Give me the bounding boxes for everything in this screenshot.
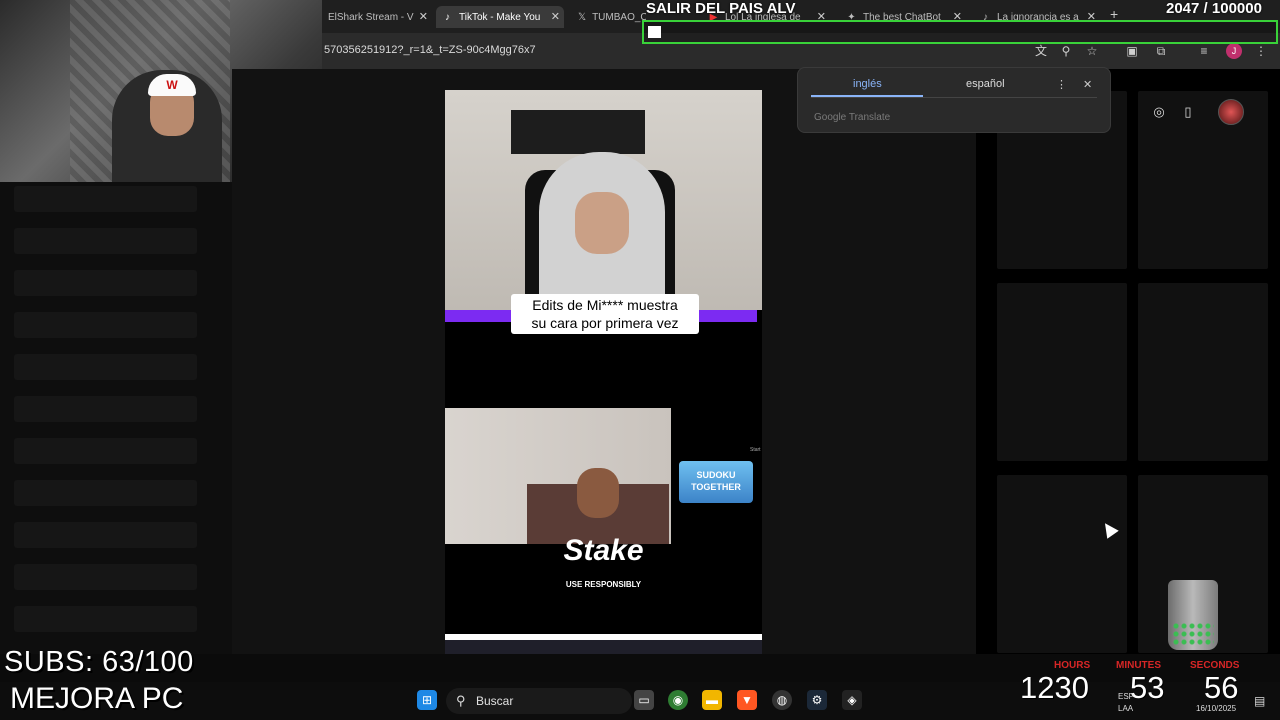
extensions-icon[interactable]: ⧉ <box>1154 44 1168 58</box>
profile-avatar[interactable]: J <box>1226 43 1242 59</box>
tiktok-video[interactable]: Edits de Mi**** muestra su cara por prim… <box>445 90 762 640</box>
media-icon[interactable]: ▣ <box>1125 44 1139 58</box>
person-face <box>575 192 629 254</box>
close-tab-icon[interactable]: ✕ <box>551 10 560 23</box>
translate-provider: Google Translate <box>814 112 891 123</box>
skeleton-item <box>14 228 197 254</box>
translate-icon[interactable]: 文 <box>1034 44 1048 58</box>
lang-to-tab[interactable]: español <box>966 78 1005 90</box>
stake-tagline: USE RESPONSIBLY <box>565 580 642 589</box>
chrome-icon[interactable]: ◉ <box>668 690 688 710</box>
caption-line: Edits de Mi**** muestra <box>532 297 678 313</box>
tab-label: TikTok - Make You <box>459 11 541 23</box>
cap-logo-icon: W <box>166 78 178 92</box>
timer-hours: 1230 <box>1020 670 1089 705</box>
timer-minutes: 53 <box>1130 670 1165 705</box>
notification-icon[interactable]: ▤ <box>1254 694 1265 708</box>
folder-icon[interactable]: ▬ <box>702 690 722 710</box>
reaction-clip <box>445 408 671 544</box>
active-tab-underline <box>811 95 923 97</box>
obs-icon[interactable]: ◈ <box>842 690 862 710</box>
screen: W ElShark Stream - V ✕ ♪ TikTok - Make Y… <box>0 0 1280 720</box>
lang-from-tab[interactable]: inglés <box>853 78 882 90</box>
goal-counter: 2047 / 100000 <box>1166 0 1262 17</box>
video-bottom-bar <box>445 640 762 654</box>
jar-contents <box>1172 622 1214 646</box>
video-caption: Edits de Mi**** muestra su cara por prim… <box>511 294 699 334</box>
start-label: Start <box>750 447 761 453</box>
zoom-icon[interactable]: ⚲ <box>1059 44 1073 58</box>
tab-elshark[interactable]: ElShark Stream - V ✕ <box>322 6 432 28</box>
more-options-icon[interactable]: ⋮ <box>1056 78 1067 91</box>
left-sidebar <box>0 182 232 654</box>
steam-icon[interactable]: ⚙ <box>807 690 827 710</box>
goal-progress-bar <box>642 20 1278 44</box>
search-icon: ⚲ <box>456 693 466 708</box>
app-icon[interactable]: ◍ <box>772 690 792 710</box>
x-logo-icon: 𝕏 <box>578 11 587 23</box>
tiktok-icon: ♪ <box>445 11 450 23</box>
sudoku-game-tile: SUDOKU TOGETHER <box>679 461 753 503</box>
tab-tiktok[interactable]: ♪ TikTok - Make You ✕ <box>436 6 564 28</box>
overlay-title: SALIR DEL PAIS ALV <box>646 0 796 17</box>
search-label: Buscar <box>476 694 514 708</box>
coin-icon[interactable]: ◎ <box>1151 104 1167 120</box>
video-card[interactable] <box>997 475 1127 653</box>
language-variant[interactable]: LAA <box>1118 704 1133 713</box>
brave-icon[interactable]: ▼ <box>737 690 757 710</box>
tip-jar <box>1168 580 1218 650</box>
tab-label: TUMBAO_CH <box>592 11 646 23</box>
clip-head <box>577 468 619 518</box>
goal-current: 2047 <box>1166 0 1200 17</box>
close-icon[interactable]: ✕ <box>1083 78 1092 91</box>
windows-start-icon[interactable]: ⊞ <box>417 690 437 710</box>
goal-progress-fill <box>648 26 661 38</box>
right-panel <box>976 69 1280 654</box>
divider <box>811 97 1097 98</box>
system-date[interactable]: 16/10/2025 <box>1196 704 1236 713</box>
url-text[interactable]: 570356251912?_r=1&_t=ZS-90c4Mgg76x7 <box>324 44 536 56</box>
bookmark-star-icon[interactable]: ☆ <box>1085 44 1099 58</box>
video-scene <box>445 90 762 310</box>
skeleton-item <box>14 606 197 632</box>
subs-counter: SUBS: 63/100 <box>4 646 194 678</box>
video-card[interactable] <box>997 283 1127 461</box>
skeleton-item <box>14 480 197 506</box>
task-view-icon[interactable]: ▭ <box>634 690 654 710</box>
translate-popup: inglés español ⋮ ✕ Google Translate <box>797 67 1111 133</box>
skeleton-item <box>14 270 197 296</box>
user-avatar[interactable] <box>1218 99 1244 125</box>
skeleton-item <box>14 564 197 590</box>
mejora-pc-label: MEJORA PC <box>10 682 184 715</box>
skeleton-item <box>14 312 197 338</box>
skeleton-item <box>14 186 197 212</box>
language-code[interactable]: ESP <box>1118 692 1134 701</box>
skeleton-item <box>14 354 197 380</box>
skeleton-item <box>14 396 197 422</box>
video-card[interactable] <box>1138 283 1268 461</box>
tab-tumbao[interactable]: 𝕏 TUMBAO_CH <box>572 6 646 28</box>
skeleton-item <box>14 438 197 464</box>
phone-icon[interactable]: ▯ <box>1180 104 1196 120</box>
close-tab-icon[interactable]: ✕ <box>419 10 428 23</box>
taskbar-search[interactable]: ⚲ Buscar <box>446 688 632 714</box>
timer-seconds: 56 <box>1204 670 1239 705</box>
menu-dots-icon[interactable]: ⋮ <box>1254 44 1268 58</box>
caption-line: su cara por primera vez <box>531 315 679 331</box>
stake-logo: Stake <box>563 534 644 567</box>
tab-label: ElShark Stream - V <box>328 11 414 23</box>
reading-list-icon[interactable]: ≡ <box>1197 44 1211 58</box>
skeleton-item <box>14 522 197 548</box>
goal-total: / 100000 <box>1203 0 1262 17</box>
tv-screen <box>511 110 645 154</box>
